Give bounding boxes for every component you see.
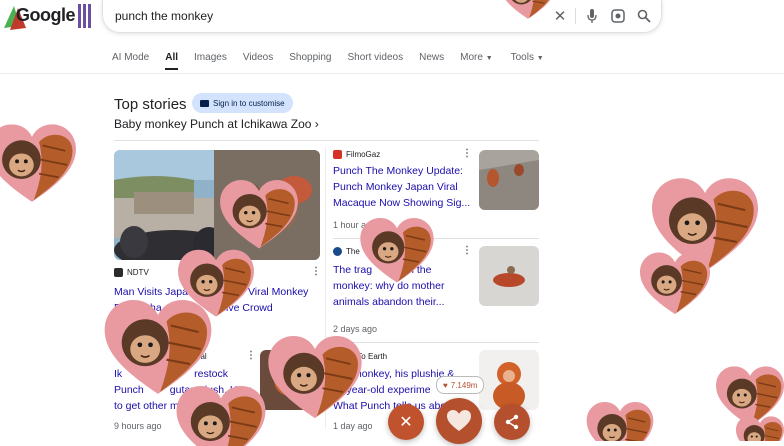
headline-part: Man Visits Japa bbox=[114, 286, 188, 298]
source-name: NDTV bbox=[127, 268, 149, 277]
filmogaz-favicon-icon bbox=[333, 150, 342, 159]
story-cluster-link[interactable]: Baby monkey Punch at Ichikawa Zoo › bbox=[114, 117, 319, 131]
monkey-heart-sticker bbox=[220, 180, 298, 250]
share-button[interactable] bbox=[494, 404, 530, 440]
more-options-icon[interactable]: ⋮ bbox=[311, 266, 321, 277]
story-time: 2 days ago bbox=[333, 324, 378, 334]
tab-short-videos[interactable]: Short videos bbox=[348, 52, 404, 70]
rock-monkey-photo bbox=[479, 150, 539, 210]
source-ndtv[interactable]: NDTV bbox=[114, 268, 149, 277]
divider bbox=[333, 342, 539, 343]
like-button[interactable] bbox=[436, 398, 482, 444]
tab-news[interactable]: News bbox=[419, 52, 444, 70]
tab-tools[interactable]: Tools ▼ bbox=[511, 52, 544, 70]
tab-ai-mode[interactable]: AI Mode bbox=[112, 52, 149, 70]
share-icon bbox=[505, 414, 519, 430]
signin-label: Sign in to customise bbox=[213, 98, 285, 108]
more-options-icon[interactable]: ⋮ bbox=[246, 350, 256, 361]
heart-icon: ♥ bbox=[443, 380, 448, 390]
monkey-heart-sticker bbox=[176, 386, 266, 446]
chevron-down-icon: ▼ bbox=[536, 55, 544, 62]
tab-tools-label: Tools bbox=[510, 52, 534, 63]
monkey-heart-sticker bbox=[268, 336, 362, 420]
like-count: 7.149m bbox=[450, 380, 478, 390]
divider bbox=[575, 8, 576, 24]
search-input[interactable]: punch the monkey bbox=[115, 9, 213, 23]
monkey-heart-sticker bbox=[360, 218, 434, 284]
story-thumb-the[interactable] bbox=[479, 246, 539, 306]
mic-icon[interactable] bbox=[583, 7, 601, 25]
chevron-down-icon: ▼ bbox=[485, 55, 493, 62]
story-thumb-filmogaz[interactable] bbox=[479, 150, 539, 210]
headline-part: monkey: why do mother animals abandon th… bbox=[333, 280, 445, 308]
top-stories-title: Top stories bbox=[114, 96, 187, 113]
close-icon: ✕ bbox=[399, 414, 413, 431]
monkey-heart-sticker bbox=[640, 252, 710, 315]
floor-monkey-photo bbox=[479, 246, 539, 306]
headline-part: Viral Monkey bbox=[247, 286, 309, 298]
story-cluster-title: Baby monkey Punch at Ichikawa Zoo bbox=[114, 117, 312, 131]
story-headline-filmogaz[interactable]: Punch The Monkey Update: Punch Monkey Ja… bbox=[333, 163, 473, 211]
monkey-heart-sticker bbox=[500, 0, 556, 20]
search-icon[interactable] bbox=[635, 7, 653, 25]
signin-button[interactable]: Sign in to customise bbox=[192, 93, 293, 113]
like-count-badge: ♥ 7.149m bbox=[436, 376, 485, 394]
search-box[interactable]: punch the monkey ✕ bbox=[102, 0, 662, 33]
monkey-heart-sticker bbox=[0, 123, 76, 203]
monkey-heart-sticker bbox=[586, 402, 654, 441]
monkey-heart-sticker bbox=[736, 416, 784, 441]
heart-icon bbox=[447, 410, 471, 431]
tab-all[interactable]: All bbox=[165, 52, 179, 70]
search-tabs: AI Mode All Images Videos Shopping Short… bbox=[112, 52, 544, 70]
source-name: The bbox=[346, 247, 360, 256]
monkey-heart-sticker bbox=[104, 300, 212, 395]
source-favicon-icon bbox=[333, 247, 342, 256]
google-logo[interactable]: Google bbox=[4, 2, 96, 30]
story-time: 1 day ago bbox=[333, 421, 373, 431]
tab-more[interactable]: More ▼ bbox=[460, 52, 493, 70]
orangutan-plush-photo bbox=[479, 350, 539, 410]
tab-videos[interactable]: Videos bbox=[243, 52, 273, 70]
close-button[interactable]: ✕ bbox=[388, 404, 424, 440]
source-the[interactable]: The bbox=[333, 247, 360, 256]
tab-shopping[interactable]: Shopping bbox=[289, 52, 331, 70]
ndtv-favicon-icon bbox=[114, 268, 123, 277]
source-filmogaz[interactable]: FilmoGaz bbox=[333, 150, 380, 159]
lens-icon[interactable] bbox=[609, 7, 627, 25]
story-time: 9 hours ago bbox=[114, 421, 162, 431]
tab-images[interactable]: Images bbox=[194, 52, 227, 70]
header-divider bbox=[0, 73, 784, 74]
more-options-icon[interactable]: ⋮ bbox=[462, 148, 472, 159]
tab-more-label: More bbox=[460, 52, 483, 63]
divider bbox=[114, 140, 539, 141]
logo-text: Google bbox=[16, 5, 76, 25]
account-icon bbox=[200, 99, 209, 107]
source-name: FilmoGaz bbox=[346, 150, 381, 159]
story-thumb-bottom-right[interactable] bbox=[479, 350, 539, 410]
chevron-right-icon: › bbox=[314, 117, 319, 131]
more-options-icon[interactable]: ⋮ bbox=[462, 245, 472, 256]
